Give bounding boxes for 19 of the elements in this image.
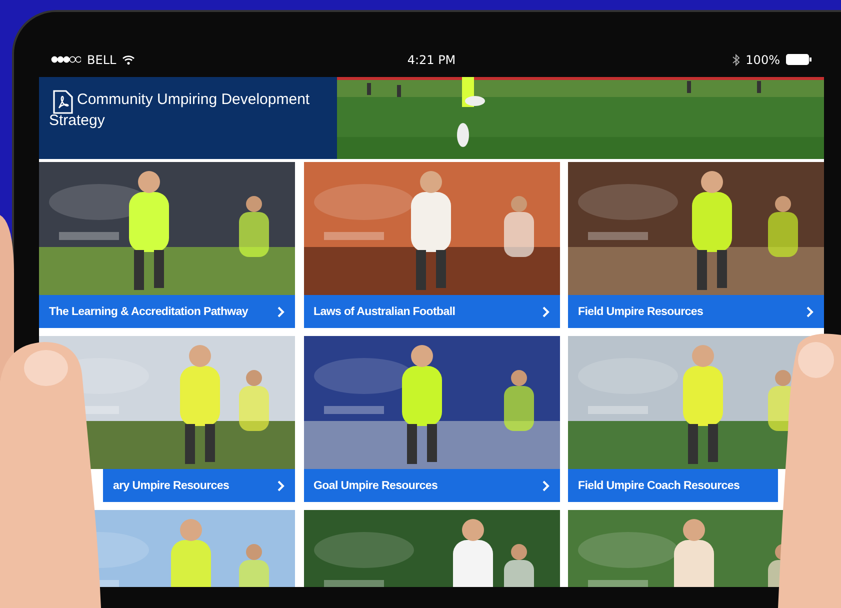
chevron-icon <box>542 306 550 318</box>
bluetooth-icon <box>732 54 740 66</box>
tile-link[interactable]: Field Umpire Coach Resources <box>568 469 778 502</box>
pdf-icon <box>53 90 73 114</box>
tile-link[interactable]: ary Umpire Resources <box>103 469 295 502</box>
signal-icon <box>51 56 81 63</box>
tile-link[interactable]: Goal Umpire Resources <box>304 469 560 502</box>
tile-link[interactable]: Field Umpire Resources <box>568 295 824 328</box>
chevron-icon <box>806 306 814 318</box>
status-time: 4:21 PM <box>407 52 456 66</box>
battery-percentage: 100% <box>746 52 780 66</box>
wifi-icon <box>122 54 136 64</box>
chevron-icon <box>542 480 550 492</box>
chevron-icon <box>277 480 285 492</box>
battery-icon <box>786 54 812 65</box>
tile-link[interactable]: Laws of Australian Football <box>304 295 560 328</box>
tile-link[interactable]: The Learning & Accreditation Pathway <box>39 295 295 328</box>
chevron-icon <box>277 306 285 318</box>
carrier-name: BELL <box>87 52 116 66</box>
